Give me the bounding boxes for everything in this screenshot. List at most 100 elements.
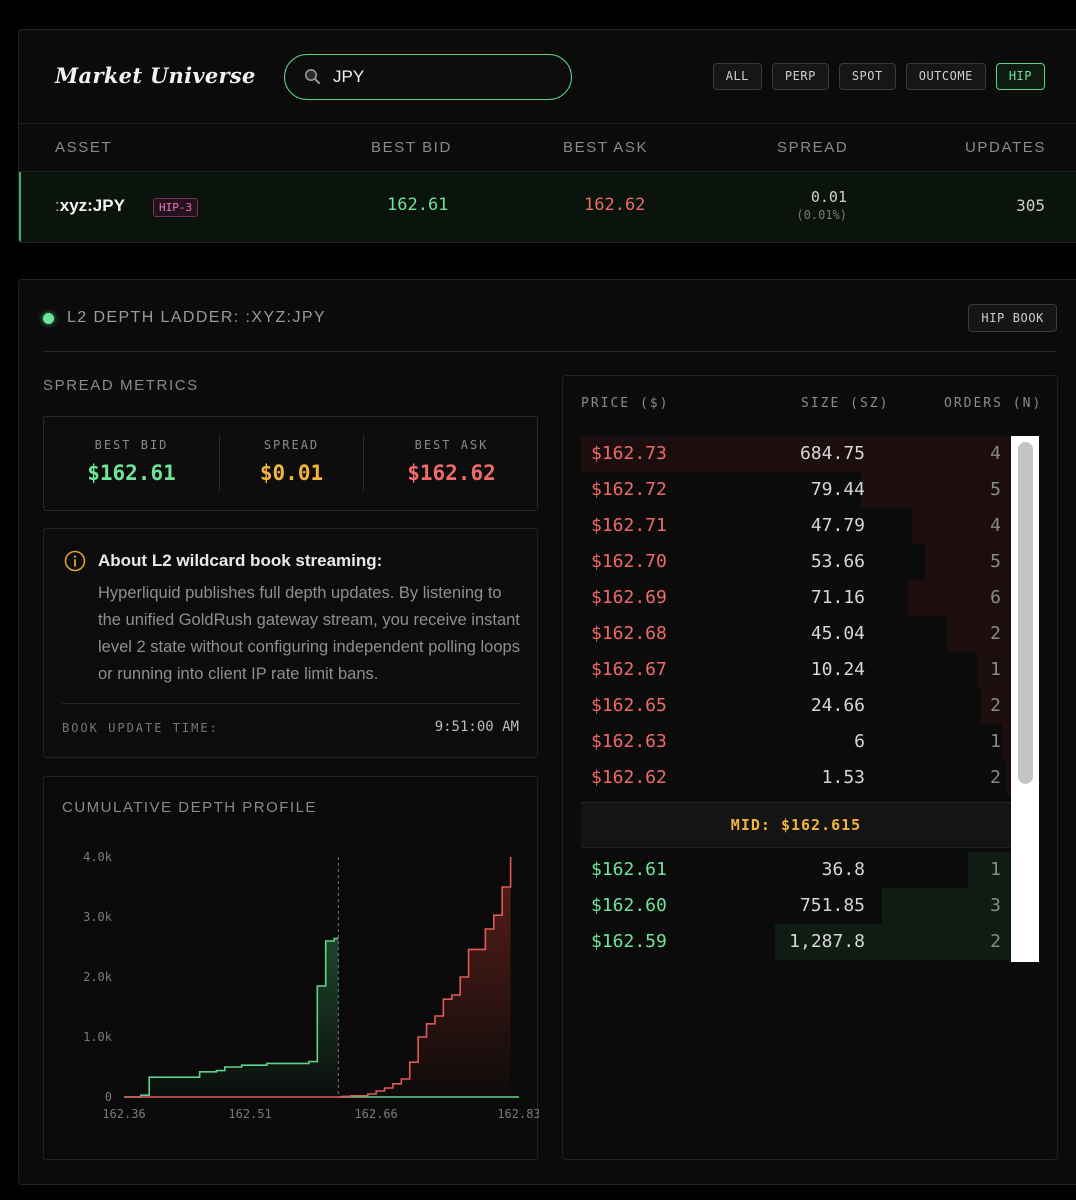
bid-level-row[interactable]: $162.61 36.8 1: [581, 852, 1011, 888]
y-tick-label: 0: [105, 1090, 112, 1104]
ask-level-row[interactable]: $162.65 24.66 2: [581, 688, 1011, 724]
ask-level-row[interactable]: $162.67 10.24 1: [581, 652, 1011, 688]
metric-best-bid: BEST BID $162.61: [44, 417, 219, 510]
column-header-spread[interactable]: SPREAD: [777, 139, 848, 156]
ask-size: 1.53: [821, 767, 865, 788]
ask-level-row[interactable]: $162.71 47.79 4: [581, 508, 1011, 544]
ask-price: $162.62: [591, 767, 667, 788]
spread-percent: (0.01%): [796, 208, 847, 222]
filter-perp-button[interactable]: PERP: [771, 63, 829, 90]
column-header-asset[interactable]: ASSET: [55, 139, 112, 156]
ask-size: 79.44: [810, 479, 865, 500]
ask-level-row[interactable]: $162.72 79.44 5: [581, 472, 1011, 508]
ask-price: $162.63: [591, 731, 667, 752]
ask-orders: 4: [990, 443, 1001, 464]
column-header-best-bid[interactable]: BEST BID: [371, 139, 452, 156]
filter-hip-button[interactable]: HIP: [995, 63, 1045, 90]
asset-symbol: xyz:JPY: [59, 196, 125, 215]
search-icon: [305, 69, 320, 84]
bid-level-row[interactable]: $162.59 1,287.8 2: [581, 924, 1011, 960]
bid-price: $162.59: [591, 931, 667, 952]
metric-spread-label: SPREAD: [263, 438, 320, 452]
ask-level-row[interactable]: $162.73 684.75 4: [581, 436, 1011, 472]
asset-name: :xyz:JPY: [55, 196, 125, 216]
ask-size: 47.79: [810, 515, 865, 536]
metric-best-ask: BEST ASK $162.62: [364, 417, 539, 510]
mid-price: MID: $162.615: [730, 816, 862, 834]
bid-price: $162.60: [591, 895, 667, 916]
ask-depth-bar: [1002, 724, 1011, 760]
ask-price: $162.68: [591, 623, 667, 644]
ask-level-row[interactable]: $162.68 45.04 2: [581, 616, 1011, 652]
ask-depth-bar: [946, 616, 1011, 652]
bid-level-row[interactable]: $162.60 751.85 3: [581, 888, 1011, 924]
filter-all-button[interactable]: ALL: [712, 63, 762, 90]
spread-value: 0.01: [810, 188, 847, 206]
ask-price: $162.67: [591, 659, 667, 680]
depth-profile-card: CUMULATIVE DEPTH PROFILE 0 1.0k 2.0k 3.0k 4.…: [43, 776, 539, 1160]
ask-level-row[interactable]: $162.69 71.16 6: [581, 580, 1011, 616]
ask-orders: 2: [990, 695, 1001, 716]
hip-3-badge: HIP-3: [153, 198, 199, 217]
info-title: About L2 wildcard book streaming:: [98, 551, 383, 570]
filter-outcome-button[interactable]: OUTCOME: [905, 63, 986, 90]
ask-orders: 5: [990, 551, 1001, 572]
y-tick-label: 1.0k: [83, 1030, 113, 1044]
bid-orders: 3: [990, 895, 1001, 916]
ask-price: $162.69: [591, 587, 667, 608]
bid-size: 1,287.8: [789, 931, 865, 952]
search-box[interactable]: [284, 54, 572, 100]
column-header-best-ask[interactable]: BEST ASK: [563, 139, 648, 156]
metric-best-ask-value: $162.62: [407, 461, 496, 485]
metric-best-bid-value: $162.61: [87, 461, 176, 485]
column-header-updates[interactable]: UPDATES: [965, 139, 1046, 156]
scrollbar-thumb[interactable]: [1018, 442, 1033, 784]
book-update-time: 9:51:00 AM: [434, 719, 519, 735]
ask-price: $162.71: [591, 515, 667, 536]
ask-orders: 1: [990, 731, 1001, 752]
spread-cell: 0.01 (0.01%): [796, 188, 847, 222]
ladder-scrollbar[interactable]: [1011, 436, 1039, 962]
ask-size: 45.04: [810, 623, 865, 644]
metric-best-ask-label: BEST ASK: [414, 438, 489, 452]
ask-level-row[interactable]: $162.63 6 1: [581, 724, 1011, 760]
ask-price: $162.65: [591, 695, 667, 716]
filter-spot-button[interactable]: SPOT: [838, 63, 896, 90]
table-row[interactable]: :xyz:JPY HIP-3 162.61 162.62 0.01 (0.01%…: [19, 172, 1076, 242]
hip-book-button[interactable]: HIP BOOK: [968, 304, 1057, 332]
ask-size: 10.24: [810, 659, 865, 680]
mid-price-row: MID: $162.615: [581, 802, 1011, 848]
depth-ladder-panel: L2 DEPTH LADDER: :XYZ:JPY HIP BOOK SPREA…: [18, 279, 1076, 1185]
spread-metrics-card: BEST BID $162.61 SPREAD $0.01 BEST ASK $…: [43, 416, 538, 511]
ask-orders: 6: [990, 587, 1001, 608]
ask-depth-bar: [860, 472, 1011, 508]
ask-price: $162.70: [591, 551, 667, 572]
ask-orders: 2: [990, 623, 1001, 644]
y-tick-label: 2.0k: [83, 970, 113, 984]
ask-size: 684.75: [799, 443, 865, 464]
best-bid-value: 162.61: [387, 195, 449, 215]
depth-panel-header: L2 DEPTH LADDER: :XYZ:JPY HIP BOOK: [43, 280, 1057, 352]
updates-count: 305: [1016, 196, 1045, 215]
metric-spread: SPREAD $0.01: [220, 417, 363, 510]
x-tick-label: 162.66: [354, 1107, 397, 1121]
ask-orders: 2: [990, 767, 1001, 788]
market-universe-panel: Market Universe ALL PERP SPOT OUTCOME HI…: [18, 29, 1076, 243]
table-header: ASSET BEST BID BEST ASK SPREAD UPDATES: [19, 124, 1076, 172]
ask-size: 71.16: [810, 587, 865, 608]
live-status-indicator: [43, 313, 54, 324]
bid-price: $162.61: [591, 859, 667, 880]
x-tick-label: 162.83: [497, 1107, 539, 1121]
ask-level-row[interactable]: $162.70 53.66 5: [581, 544, 1011, 580]
ladder-header-orders: ORDERS (N): [944, 396, 1043, 411]
market-universe-header: Market Universe ALL PERP SPOT OUTCOME HI…: [19, 30, 1076, 124]
depth-chart: 0 1.0k 2.0k 3.0k 4.0k 162.36 162.51 162.66 162.8…: [83, 850, 539, 1121]
book-update-label: BOOK UPDATE TIME:: [62, 721, 219, 735]
asks-depth-area: [338, 857, 511, 1097]
ask-level-row[interactable]: $162.62 1.53 2: [581, 760, 1011, 796]
ask-orders: 1: [990, 659, 1001, 680]
divider: [62, 703, 520, 704]
search-input[interactable]: [333, 65, 553, 89]
ask-price: $162.73: [591, 443, 667, 464]
ladder-header-price: PRICE ($): [581, 396, 670, 411]
